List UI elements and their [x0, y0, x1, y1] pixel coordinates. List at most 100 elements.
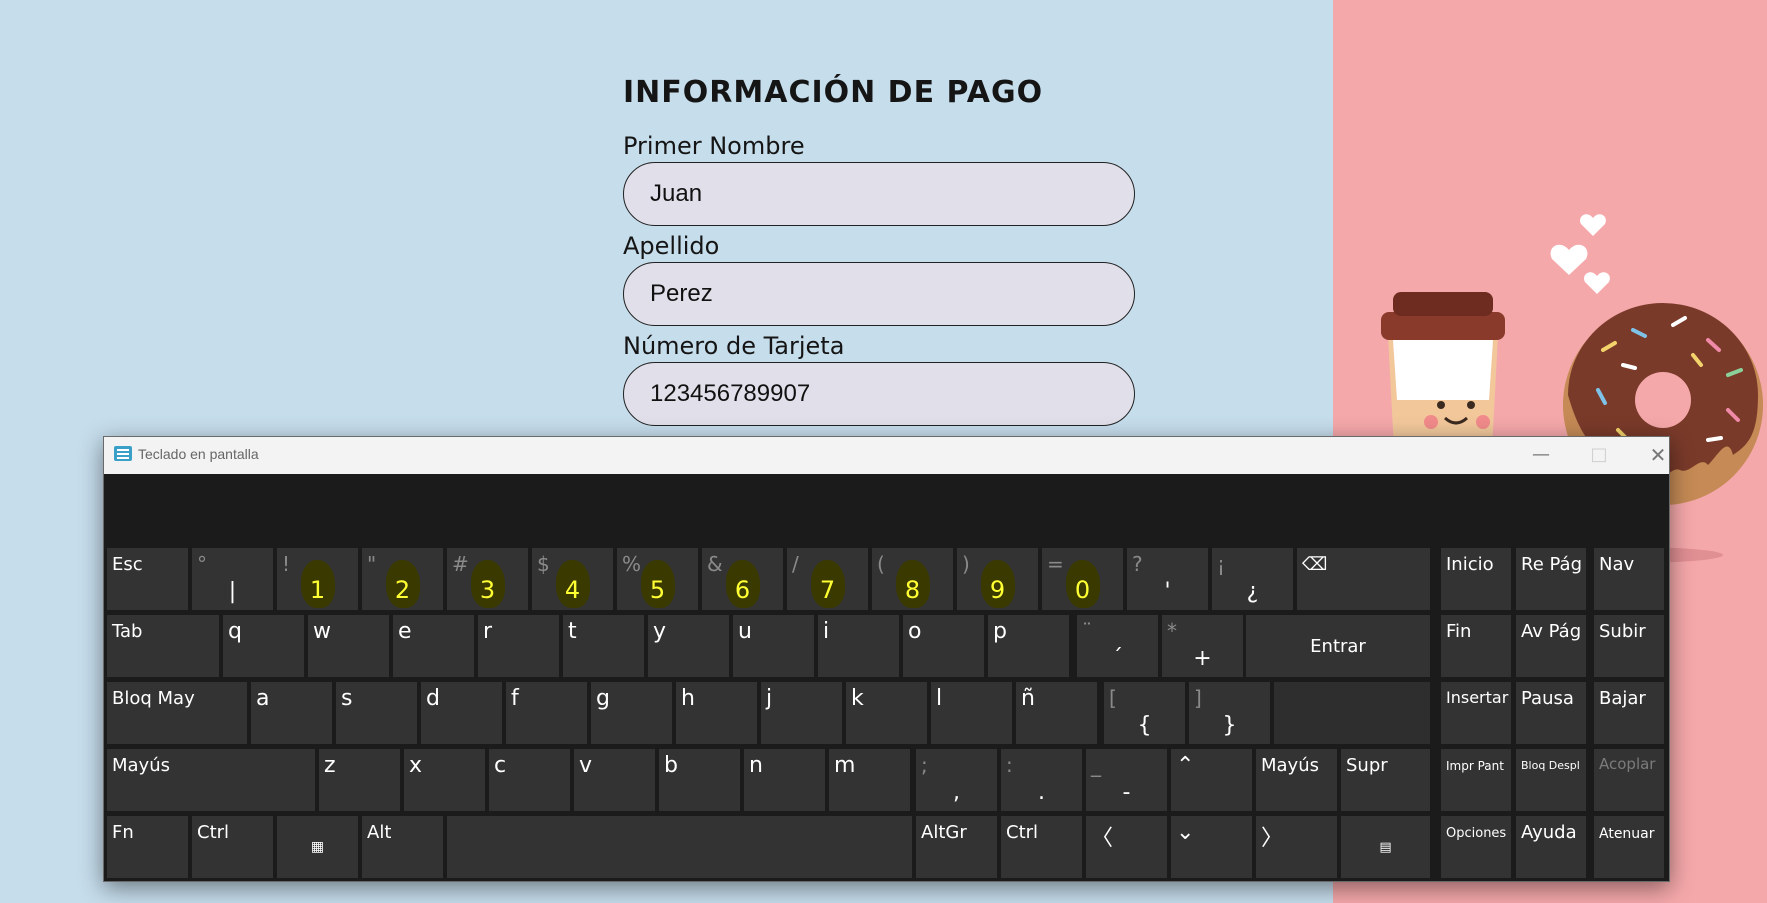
key-shift-right[interactable]: Mayús — [1256, 749, 1337, 811]
key-scroll-lock[interactable]: Bloq Despl — [1516, 749, 1586, 811]
key-letter-e[interactable]: e — [393, 615, 474, 677]
arrow-down-icon: ⌄ — [1176, 820, 1195, 845]
key-acute[interactable]: ¨ ´ — [1077, 615, 1158, 677]
key-windows[interactable]: ▦ — [277, 816, 358, 878]
key-letter-v[interactable]: v — [574, 749, 655, 811]
key-shift-left[interactable]: Mayús — [107, 749, 315, 811]
key-insert[interactable]: Insertar — [1441, 682, 1511, 744]
page-title: INFORMACIÓN DE PAGO — [623, 75, 1044, 110]
key-caps-lock[interactable]: Bloq May — [107, 682, 247, 744]
maximize-button[interactable]: □ — [1579, 443, 1619, 469]
osk-titlebar[interactable]: Teclado en pantalla — □ ✕ — [104, 437, 1669, 474]
key-letter-i[interactable]: i — [818, 615, 899, 677]
key-ctrl-left[interactable]: Ctrl — [192, 816, 273, 878]
key-letter-r[interactable]: r — [478, 615, 559, 677]
key-delete[interactable]: Supr — [1341, 749, 1430, 811]
key-letter-a[interactable]: a — [251, 682, 332, 744]
key-enter[interactable]: Entrar — [1246, 615, 1430, 677]
key-row1-2[interactable]: " 2 — [362, 548, 443, 610]
key-letter-f[interactable]: f — [506, 682, 587, 744]
key-home[interactable]: Inicio — [1441, 548, 1511, 610]
key-enter-extension[interactable] — [1274, 682, 1430, 744]
key-row1-5[interactable]: % 5 — [617, 548, 698, 610]
key-fade[interactable]: Atenuar — [1594, 816, 1664, 878]
key-scroll-down[interactable]: Bajar — [1594, 682, 1664, 744]
key-letter-m[interactable]: m — [829, 749, 910, 811]
key-letter-c[interactable]: c — [489, 749, 570, 811]
key-arrow-left[interactable]: 〈 — [1086, 816, 1167, 878]
key-arrow-down[interactable]: ⌄ — [1171, 816, 1252, 878]
key-letter-o[interactable]: o — [903, 615, 984, 677]
key-letter-b[interactable]: b — [659, 749, 740, 811]
windows-icon: ▦ — [310, 839, 325, 855]
on-screen-keyboard-window: Teclado en pantalla — □ ✕ Esc ° |! 1 " 2 #3 $4… — [103, 436, 1670, 882]
key-backspace[interactable]: ⌫ — [1297, 548, 1430, 610]
key-row1-0[interactable]: ° | — [192, 548, 273, 610]
last-name-input[interactable]: Perez — [623, 262, 1135, 326]
key-letter-ñ[interactable]: ñ — [1016, 682, 1097, 744]
key-fn[interactable]: Fn — [107, 816, 188, 878]
last-name-label: Apellido — [623, 232, 720, 260]
key-tab[interactable]: Tab — [107, 615, 219, 677]
key-row1-12[interactable]: ¡ ¿ — [1212, 548, 1293, 610]
key-menu[interactable]: ▤ — [1341, 816, 1430, 878]
key-row1-10[interactable]: = 0 — [1042, 548, 1123, 610]
card-number-input[interactable]: 123456789907 — [623, 362, 1135, 426]
arrow-left-icon: 〈 — [1091, 826, 1114, 851]
key-row1-9[interactable]: ) 9 — [957, 548, 1038, 610]
arrow-right-icon: 〉 — [1261, 826, 1284, 851]
key-letter-k[interactable]: k — [846, 682, 927, 744]
key-help[interactable]: Ayuda — [1516, 816, 1586, 878]
backspace-icon: ⌫ — [1302, 554, 1328, 575]
key-alt[interactable]: Alt — [362, 816, 443, 878]
key-letter-w[interactable]: w — [308, 615, 389, 677]
first-name-input[interactable]: Juan — [623, 162, 1135, 226]
key-row1-3[interactable]: #3 — [447, 548, 528, 610]
key-pause[interactable]: Pausa — [1516, 682, 1586, 744]
key-dash[interactable]: _ - — [1086, 749, 1167, 811]
key-letter-t[interactable]: t — [563, 615, 644, 677]
menu-icon: ▤ — [1379, 839, 1392, 855]
key-altgr[interactable]: AltGr — [916, 816, 997, 878]
key-options[interactable]: Opciones — [1441, 816, 1511, 878]
key-bracket-close[interactable]: ]} — [1189, 682, 1270, 744]
key-letter-z[interactable]: z — [319, 749, 400, 811]
key-esc[interactable]: Esc — [107, 548, 188, 610]
key-page-down[interactable]: Av Pág — [1516, 615, 1586, 677]
keyboard-icon — [114, 446, 132, 461]
key-row1-6[interactable]: & 6 — [702, 548, 783, 610]
key-letter-u[interactable]: u — [733, 615, 814, 677]
key-letter-g[interactable]: g — [591, 682, 672, 744]
key-row1-1[interactable]: ! 1 — [277, 548, 358, 610]
key-letter-d[interactable]: d — [421, 682, 502, 744]
key-end[interactable]: Fin — [1441, 615, 1511, 677]
key-page-up[interactable]: Re Pág — [1516, 548, 1586, 610]
key-row1-11[interactable]: ? ' — [1127, 548, 1208, 610]
key-space[interactable] — [447, 816, 912, 878]
minimize-button[interactable]: — — [1521, 443, 1561, 469]
key-letter-p[interactable]: p — [988, 615, 1069, 677]
key-plus[interactable]: * + — [1162, 615, 1243, 677]
key-ctrl-right[interactable]: Ctrl — [1001, 816, 1082, 878]
key-comma[interactable]: ;, — [916, 749, 997, 811]
key-letter-y[interactable]: y — [648, 615, 729, 677]
key-scroll-up[interactable]: Subir — [1594, 615, 1664, 677]
key-nav[interactable]: Nav — [1594, 548, 1664, 610]
key-arrow-right[interactable]: 〉 — [1256, 816, 1337, 878]
close-button[interactable]: ✕ — [1638, 443, 1678, 469]
key-dock[interactable]: Acoplar — [1594, 749, 1664, 811]
key-letter-x[interactable]: x — [404, 749, 485, 811]
key-letter-h[interactable]: h — [676, 682, 757, 744]
key-bracket-open[interactable]: [{ — [1104, 682, 1185, 744]
key-letter-s[interactable]: s — [336, 682, 417, 744]
key-arrow-up[interactable]: ⌃ — [1171, 749, 1252, 811]
key-row1-8[interactable]: (8 — [872, 548, 953, 610]
key-print-screen[interactable]: Impr Pant — [1441, 749, 1511, 811]
key-letter-l[interactable]: l — [931, 682, 1012, 744]
key-letter-j[interactable]: j — [761, 682, 842, 744]
key-row1-4[interactable]: $4 — [532, 548, 613, 610]
key-letter-n[interactable]: n — [744, 749, 825, 811]
key-letter-q[interactable]: q — [223, 615, 304, 677]
key-row1-7[interactable]: /7 — [787, 548, 868, 610]
key-period[interactable]: :. — [1001, 749, 1082, 811]
